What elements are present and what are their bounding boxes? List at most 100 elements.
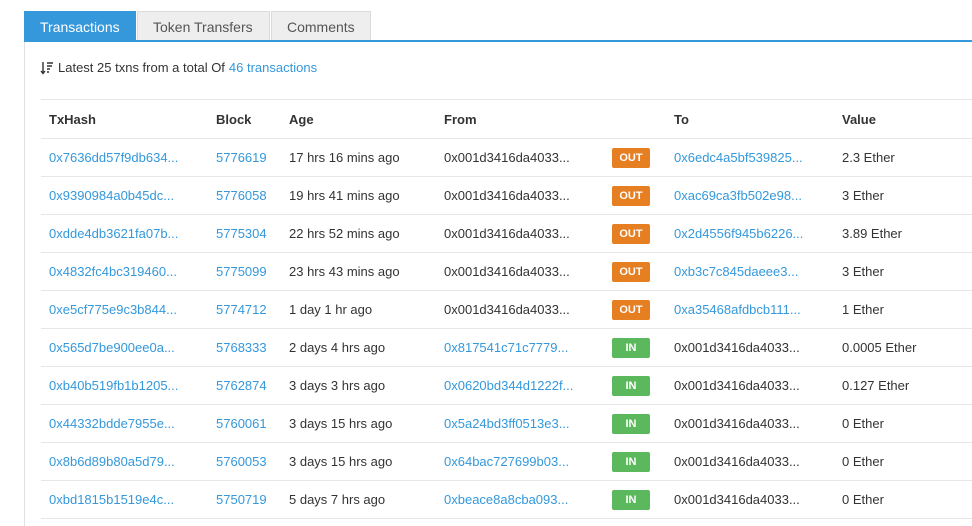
block-link[interactable]: 5750719 — [216, 492, 267, 507]
column-header-value: Value — [834, 99, 972, 139]
to-address-link[interactable]: 0xb3c7c845daeee3... — [674, 264, 798, 279]
from-address-text-cell: 0x001d3416da4033... — [436, 176, 604, 215]
tx-hash-link-cell: 0x44332bdde7955e... — [41, 404, 208, 443]
tab-transactions[interactable]: Transactions — [24, 11, 136, 41]
to-address-text: 0x001d3416da4033... — [674, 416, 800, 431]
direction-badge: OUT — [612, 147, 650, 168]
tx-hash-link[interactable]: 0xbd1815b1519e4c... — [49, 492, 174, 507]
block-link[interactable]: 5776619 — [216, 150, 267, 165]
column-header-txhash: TxHash — [41, 99, 208, 139]
tx-hash-link[interactable]: 0xe5cf775e9c3b844... — [49, 302, 177, 317]
to-address-link[interactable]: 0x2d4556f945b6226... — [674, 226, 803, 241]
value-text: 0.0005 Ether — [842, 340, 917, 355]
direction-badge-cell: OUT — [604, 214, 666, 253]
to-address-text-cell: 0x001d3416da4033... — [666, 366, 834, 405]
tx-hash-link[interactable]: 0x9390984a0b45dc... — [49, 188, 174, 203]
tx-hash-link[interactable]: 0xb40b519fb1b1205... — [49, 378, 178, 393]
direction-badge: IN — [612, 337, 650, 358]
block-link[interactable]: 5776058 — [216, 188, 267, 203]
value-text: 2.3 Ether — [842, 150, 895, 165]
direction-badge-cell: IN — [604, 366, 666, 405]
from-address-link[interactable]: 0x0620bd344d1222f... — [444, 378, 573, 393]
from-address-link-cell: 0x5a24bd3ff0513e3... — [436, 404, 604, 443]
value-text-cell: 0 Ether — [834, 404, 972, 443]
column-header-age: Age — [281, 99, 436, 139]
to-address-text-cell: 0x001d3416da4033... — [666, 404, 834, 443]
block-link-cell: 5776058 — [208, 176, 281, 215]
block-link-cell: 5750719 — [208, 480, 281, 519]
tx-hash-link[interactable]: 0x565d7be900ee0a... — [49, 340, 175, 355]
tx-hash-link[interactable]: 0x44332bdde7955e... — [49, 416, 175, 431]
tx-hash-link-cell: 0x4832fc4bc319460... — [41, 252, 208, 291]
from-address-link-cell: 0xbeace8a8cba093... — [436, 480, 604, 519]
value-text-cell: 2.3 Ether — [834, 138, 972, 177]
column-header-to: To — [666, 99, 834, 139]
direction-badge-cell: OUT — [604, 290, 666, 329]
tx-hash-link[interactable]: 0x8b6d89b80a5d79... — [49, 454, 175, 469]
age-text-cell: 19 hrs 41 mins ago — [281, 176, 436, 215]
tab-bar: Transactions Token Transfers Comments — [24, 10, 972, 42]
from-address-text: 0x001d3416da4033... — [444, 302, 570, 317]
value-text: 0.127 Ether — [842, 378, 910, 393]
tx-hash-link-cell: 0x565d7be900ee0a... — [41, 328, 208, 367]
age-text-cell: 1 day 1 hr ago — [281, 290, 436, 329]
column-header-direction — [604, 99, 666, 139]
direction-badge: OUT — [612, 185, 650, 206]
block-link-cell: 5760053 — [208, 442, 281, 481]
direction-badge-cell: IN — [604, 442, 666, 481]
age-text-cell: 17 hrs 16 mins ago — [281, 138, 436, 177]
direction-badge-cell: OUT — [604, 252, 666, 291]
block-link[interactable]: 5775304 — [216, 226, 267, 241]
from-address-text-cell: 0x001d3416da4033... — [436, 214, 604, 253]
table-row: 0x8b6d89b80a5d79... 5760053 3 days 15 hrs … — [41, 442, 972, 481]
tx-hash-link-cell: 0xe5cf775e9c3b844... — [41, 290, 208, 329]
block-link[interactable]: 5760061 — [216, 416, 267, 431]
column-header-block: Block — [208, 99, 281, 139]
block-link-cell: 5760061 — [208, 404, 281, 443]
age-text: 23 hrs 43 mins ago — [289, 264, 400, 279]
transactions-table: TxHash Block Age From To Value 0x7636dd5… — [41, 99, 972, 519]
tx-hash-link[interactable]: 0x4832fc4bc319460... — [49, 264, 177, 279]
age-text: 3 days 15 hrs ago — [289, 454, 393, 469]
block-link[interactable]: 5768333 — [216, 340, 267, 355]
from-address-link-cell: 0x0620bd344d1222f... — [436, 366, 604, 405]
block-link[interactable]: 5760053 — [216, 454, 267, 469]
table-row: 0x7636dd57f9db634... 5776619 17 hrs 16 min… — [41, 138, 972, 177]
direction-badge-cell: OUT — [604, 176, 666, 215]
direction-badge: IN — [612, 451, 650, 472]
tx-hash-link[interactable]: 0x7636dd57f9db634... — [49, 150, 178, 165]
block-link[interactable]: 5775099 — [216, 264, 267, 279]
age-text-cell: 2 days 4 hrs ago — [281, 328, 436, 367]
from-address-link[interactable]: 0xbeace8a8cba093... — [444, 492, 568, 507]
to-address-text-cell: 0x001d3416da4033... — [666, 328, 834, 367]
value-text-cell: 0.127 Ether — [834, 366, 972, 405]
from-address-text-cell: 0x001d3416da4033... — [436, 138, 604, 177]
value-text-cell: 0 Ether — [834, 442, 972, 481]
from-address-link[interactable]: 0x64bac727699b03... — [444, 454, 569, 469]
tx-hash-link-cell: 0xbd1815b1519e4c... — [41, 480, 208, 519]
tab-comments[interactable]: Comments — [271, 11, 371, 41]
value-text: 0 Ether — [842, 454, 884, 469]
to-address-link[interactable]: 0xac69ca3fb502e98... — [674, 188, 802, 203]
table-row: 0xdde4db3621fa07b... 5775304 22 hrs 52 min… — [41, 214, 972, 253]
tab-token-transfers[interactable]: Token Transfers — [137, 11, 270, 41]
tx-hash-link-cell: 0xdde4db3621fa07b... — [41, 214, 208, 253]
value-text-cell: 3 Ether — [834, 252, 972, 291]
from-address-text: 0x001d3416da4033... — [444, 226, 570, 241]
block-link-cell: 5775304 — [208, 214, 281, 253]
value-text: 1 Ether — [842, 302, 884, 317]
to-address-link-cell: 0x2d4556f945b6226... — [666, 214, 834, 253]
block-link[interactable]: 5762874 — [216, 378, 267, 393]
total-transactions-link[interactable]: 46 transactions — [229, 60, 317, 75]
from-address-link[interactable]: 0x817541c71c7779... — [444, 340, 568, 355]
to-address-link-cell: 0x6edc4a5bf539825... — [666, 138, 834, 177]
table-row: 0xb40b519fb1b1205... 5762874 3 days 3 hrs … — [41, 366, 972, 405]
value-text-cell: 3.89 Ether — [834, 214, 972, 253]
value-text: 3 Ether — [842, 188, 884, 203]
to-address-link[interactable]: 0xa35468afdbcb111... — [674, 302, 801, 317]
direction-badge: OUT — [612, 261, 650, 282]
block-link[interactable]: 5774712 — [216, 302, 267, 317]
from-address-link[interactable]: 0x5a24bd3ff0513e3... — [444, 416, 570, 431]
tx-hash-link[interactable]: 0xdde4db3621fa07b... — [49, 226, 178, 241]
to-address-link[interactable]: 0x6edc4a5bf539825... — [674, 150, 803, 165]
